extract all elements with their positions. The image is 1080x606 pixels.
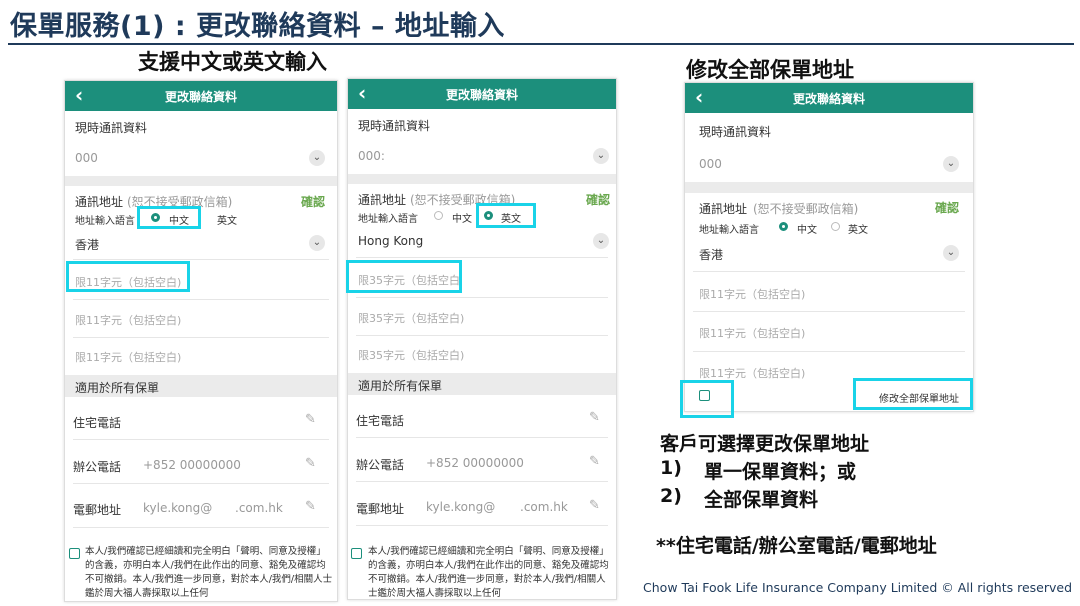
edit-pencil-icon[interactable]: ✎	[305, 456, 316, 471]
highlight-line-limit	[346, 260, 462, 293]
chevron-down-icon[interactable]: ⌄	[943, 156, 959, 172]
email-domain: .com.hk	[520, 500, 568, 514]
header-title: 更改聯絡資料	[164, 90, 237, 104]
address-label: 通訊地址	[358, 193, 407, 207]
confirm-button[interactable]: 確認	[586, 191, 610, 208]
office-phone-value: +852 00000000	[143, 458, 241, 472]
consent-checkbox[interactable]	[69, 548, 80, 559]
footer-copyright: Chow Tai Fook Life Insurance Company Lim…	[643, 580, 1072, 595]
lang-label: 地址輸入語言	[699, 225, 759, 236]
region-value: Hong Kong	[358, 234, 424, 248]
address-line-3-input[interactable]: 限11字元（包括空白)	[75, 349, 181, 365]
phone-screen-chinese: ‹ 更改聯絡資料 現時通訊資料 000 ⌄ 通訊地址 (恕不接受郵政信箱) 確認…	[64, 80, 338, 602]
current-info-label: 現時通訊資料	[699, 125, 772, 139]
edit-pencil-icon[interactable]: ✎	[589, 454, 600, 469]
radio-chinese[interactable]	[779, 222, 788, 231]
email-user: kyle.kong@	[426, 500, 496, 514]
edit-pencil-icon[interactable]: ✎	[305, 499, 316, 514]
email-label: 電郵地址	[73, 503, 122, 517]
address-line-1-input[interactable]: 限11字元（包括空白)	[699, 286, 805, 302]
current-info-value: 000	[75, 151, 98, 165]
section-gap	[685, 182, 973, 193]
note-item-2: 全部保單資料	[704, 489, 819, 511]
section-gap	[65, 176, 337, 186]
note-item-1: 單一保單資料；或	[704, 461, 857, 483]
section-all-policies: 適用於所有保單	[358, 379, 443, 393]
home-phone-label: 住宅電話	[73, 416, 122, 430]
radio-chinese-label: 中文	[797, 225, 817, 236]
address-label: 通訊地址	[699, 202, 748, 216]
caption-input-language: 支援中文或英文輸入	[138, 50, 327, 74]
header-title: 更改聯絡資料	[445, 88, 518, 102]
header-title: 更改聯絡資料	[792, 92, 865, 106]
email-user: kyle.kong@	[143, 501, 213, 515]
chevron-down-icon[interactable]: ⌄	[943, 245, 959, 261]
phone-screen-all-policies: ‹ 更改聯絡資料 現時通訊資料 000 ⌄ 通訊地址 (恕不接受郵政信箱) 確認…	[684, 82, 974, 412]
edit-pencil-icon[interactable]: ✎	[589, 498, 600, 513]
current-info-value: 000	[699, 157, 722, 171]
current-info-label: 現時通訊資料	[75, 121, 148, 135]
radio-english-label: 英文	[848, 225, 868, 236]
highlight-apply-all-checkbox	[680, 380, 734, 418]
note-item-1-number: 1)	[660, 457, 682, 479]
app-header: ‹ 更改聯絡資料	[685, 83, 973, 113]
email-label: 電郵地址	[356, 502, 405, 516]
app-header: ‹ 更改聯絡資料	[65, 81, 337, 111]
highlight-english-option	[476, 203, 536, 228]
office-phone-label: 辦公電話	[356, 458, 405, 472]
app-header: ‹ 更改聯絡資料	[348, 79, 616, 109]
title-divider	[8, 43, 1074, 45]
radio-english-label: 英文	[217, 216, 237, 227]
caption-update-all: 修改全部保單地址	[686, 58, 854, 82]
section-gap	[348, 174, 616, 184]
note-contact-fields: **住宅電話/辦公室電話/電郵地址	[656, 535, 937, 557]
lang-label: 地址輸入語言	[358, 214, 418, 225]
phone-screen-english: ‹ 更改聯絡資料 現時通訊資料 000: ⌄ 通訊地址 (恕不接受郵政信箱) 確…	[347, 78, 617, 600]
slide-title: 保單服務(1) : 更改聯絡資料 – 地址輸入	[10, 11, 505, 42]
consent-text: 本人/我們確認已經細讀和完全明白「聲明、同意及授權」的含義，亦明白本人/我們在此…	[85, 546, 333, 599]
office-phone-label: 辦公電話	[73, 460, 122, 474]
lang-label: 地址輸入語言	[75, 216, 135, 227]
radio-chinese-label: 中文	[452, 214, 472, 225]
radio-english[interactable]	[831, 222, 840, 231]
chevron-down-icon[interactable]: ⌄	[309, 150, 325, 166]
address-line-2-input[interactable]: 限35字元（包括空白)	[358, 310, 464, 326]
section-all-policies: 適用於所有保單	[75, 381, 160, 395]
email-domain: .com.hk	[235, 501, 283, 515]
chevron-down-icon[interactable]: ⌄	[593, 148, 609, 164]
edit-pencil-icon[interactable]: ✎	[589, 410, 600, 425]
chevron-down-icon[interactable]: ⌄	[309, 235, 325, 251]
region-value: 香港	[699, 248, 724, 262]
region-value: 香港	[75, 238, 100, 252]
confirm-button[interactable]: 確認	[301, 193, 325, 210]
address-line-2-input[interactable]: 限11字元（包括空白)	[75, 312, 181, 328]
address-line-2-input[interactable]: 限11字元（包括空白)	[699, 325, 805, 341]
consent-checkbox[interactable]	[351, 548, 362, 559]
highlight-apply-all-label	[853, 378, 973, 410]
home-phone-label: 住宅電話	[356, 414, 405, 428]
address-hint: (恕不接受郵政信箱)	[753, 202, 859, 216]
address-line-3-input[interactable]: 限35字元（包括空白)	[358, 347, 464, 363]
confirm-button[interactable]: 確認	[935, 199, 959, 216]
address-line-3-input[interactable]: 限11字元（包括空白)	[699, 365, 805, 381]
note-heading: 客戶可選擇更改保單地址	[660, 433, 870, 455]
edit-pencil-icon[interactable]: ✎	[305, 412, 316, 427]
current-info-value: 000:	[358, 149, 385, 163]
office-phone-value: +852 00000000	[426, 456, 524, 470]
highlight-chinese-option	[137, 206, 201, 229]
radio-chinese[interactable]	[434, 211, 443, 220]
consent-text: 本人/我們確認已經細讀和完全明白「聲明、同意及授權」的含義，亦明白本人/我們在此…	[368, 546, 609, 599]
note-item-2-number: 2)	[660, 485, 682, 507]
chevron-down-icon[interactable]: ⌄	[593, 233, 609, 249]
highlight-line-limit	[66, 261, 190, 292]
address-label: 通訊地址	[75, 195, 124, 209]
current-info-label: 現時通訊資料	[358, 119, 431, 133]
